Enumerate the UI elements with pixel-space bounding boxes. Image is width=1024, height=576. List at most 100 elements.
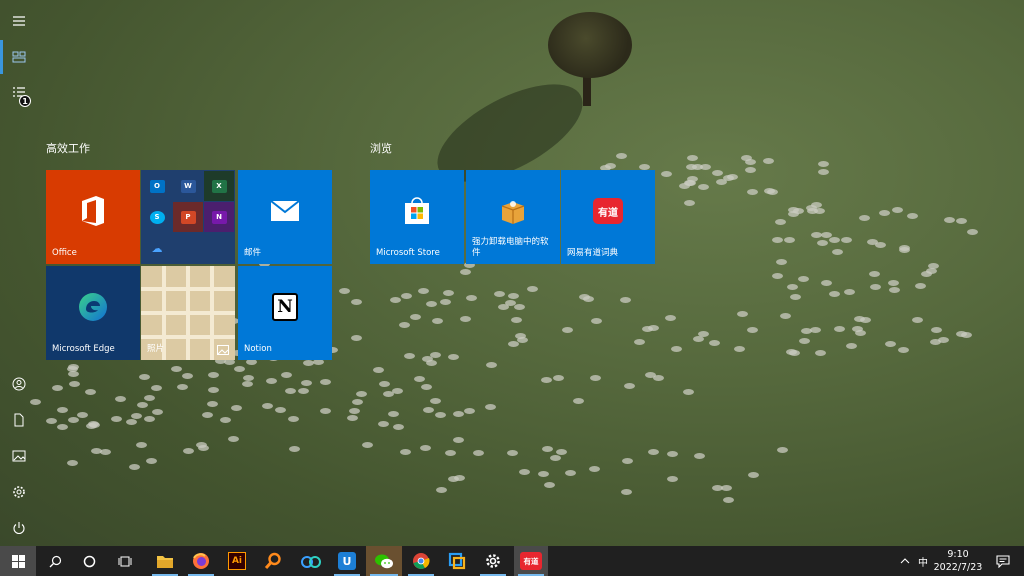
sheep — [552, 375, 564, 382]
clock-date: 2022/7/23 — [933, 562, 983, 573]
tile-geek-uninstaller[interactable]: 强力卸载电脑中的软件 — [466, 170, 560, 264]
sheep — [722, 497, 734, 504]
excel-mini[interactable]: X — [204, 171, 234, 201]
powerpoint-mini[interactable]: P — [173, 202, 203, 232]
sheep — [943, 217, 955, 224]
cortana-button[interactable] — [72, 546, 106, 576]
taskbar-app-youdao[interactable]: 有道 — [514, 546, 548, 576]
sheep — [744, 166, 756, 173]
pinned-tiles-button[interactable] — [0, 39, 38, 75]
tile-office[interactable]: Office — [46, 170, 140, 264]
excel-icon: X — [211, 179, 227, 193]
sheep — [208, 372, 220, 379]
sheep — [786, 284, 798, 291]
taskbar-app-illustrator[interactable]: Ai — [220, 546, 254, 576]
sheep — [789, 294, 801, 301]
power-icon — [13, 522, 25, 535]
sheep — [869, 271, 881, 278]
user-account-button[interactable] — [0, 366, 38, 402]
onedrive-mini[interactable]: ☁ — [142, 233, 172, 263]
edge-icon — [79, 293, 107, 322]
sheep — [246, 359, 258, 366]
sheep — [351, 298, 363, 305]
notification-badge: 1 — [19, 95, 31, 107]
documents-button[interactable] — [0, 402, 38, 438]
sheep — [747, 188, 759, 195]
sheep — [420, 444, 432, 451]
sheep — [967, 228, 979, 235]
tile-youdao-dictionary[interactable]: 有道 网易有道词典 — [561, 170, 655, 264]
all-apps-button[interactable]: 1 — [0, 75, 38, 111]
tile-mail[interactable]: 邮件 — [238, 170, 332, 264]
sheep — [744, 159, 756, 166]
word-mini[interactable]: W — [173, 171, 203, 201]
tiles-icon — [12, 51, 26, 63]
sheep — [425, 300, 437, 307]
tile-office-apps-folder[interactable]: O W X S P N ☁ — [141, 170, 235, 264]
sheep — [507, 449, 519, 456]
sheep — [582, 295, 594, 302]
wechat-icon — [375, 554, 393, 568]
sheep — [878, 209, 890, 216]
expand-menu-button[interactable] — [0, 3, 38, 39]
taskbar-app-search-everything[interactable] — [256, 546, 290, 576]
sheep — [302, 359, 314, 366]
sheep — [870, 283, 882, 290]
sheep — [797, 276, 809, 283]
sheep — [670, 345, 682, 352]
group-title-browse: 浏览 — [370, 142, 392, 155]
sheep — [320, 408, 332, 415]
taskbar-app-settings[interactable] — [476, 546, 510, 576]
sheep — [720, 484, 732, 491]
sheep — [448, 354, 460, 361]
sheep — [67, 417, 79, 424]
sheep — [68, 380, 80, 387]
document-icon — [14, 413, 24, 427]
outlook-mini[interactable]: O — [142, 171, 172, 201]
sheep — [242, 380, 254, 387]
sheep — [274, 406, 286, 413]
tile-microsoft-store[interactable]: Microsoft Store — [370, 170, 464, 264]
taskbar-app-uninstaller[interactable]: U — [330, 546, 364, 576]
onenote-mini[interactable]: N — [204, 202, 234, 232]
taskbar-app-file-explorer[interactable] — [148, 546, 182, 576]
sheep — [930, 338, 942, 345]
pictures-button[interactable] — [0, 438, 38, 474]
sheep — [151, 385, 163, 392]
tile-microsoft-edge[interactable]: Microsoft Edge — [46, 266, 140, 360]
taskbar-search-button[interactable] — [38, 546, 72, 576]
sheep — [352, 399, 364, 406]
tile-label: Notion — [244, 344, 272, 354]
sheep — [851, 325, 863, 332]
sheep — [845, 343, 857, 350]
tile-notion[interactable]: N Notion — [238, 266, 332, 360]
sheep — [135, 441, 147, 448]
sheep — [955, 218, 967, 225]
task-view-button[interactable] — [108, 546, 142, 576]
taskbar-app-chrome[interactable] — [404, 546, 438, 576]
taskbar-app-wechat[interactable] — [366, 546, 402, 576]
sheep — [860, 316, 872, 323]
sheep — [540, 376, 552, 383]
power-button[interactable] — [0, 510, 38, 546]
start-left-rail: 1 — [0, 0, 38, 546]
taskbar-clock[interactable]: 9:10 2022/7/23 — [930, 548, 986, 574]
sheep — [828, 291, 840, 298]
sheep — [391, 387, 403, 394]
sheep — [692, 336, 704, 343]
sheep — [227, 436, 239, 443]
youdao-icon: 有道 — [593, 198, 623, 225]
taskbar-app-snipaste[interactable] — [440, 546, 474, 576]
sheep — [378, 381, 390, 388]
sheep — [45, 417, 57, 424]
sheep — [820, 279, 832, 286]
start-button[interactable] — [0, 546, 36, 576]
taskbar-app-baidu-netdisk[interactable] — [294, 546, 328, 576]
settings-button[interactable] — [0, 474, 38, 510]
action-center-button[interactable] — [988, 546, 1018, 576]
sheep — [110, 415, 122, 422]
skype-mini[interactable]: S — [142, 202, 172, 232]
tile-photos[interactable]: 照片 — [141, 266, 235, 360]
taskbar-app-firefox[interactable] — [184, 546, 218, 576]
sheep — [511, 317, 523, 324]
